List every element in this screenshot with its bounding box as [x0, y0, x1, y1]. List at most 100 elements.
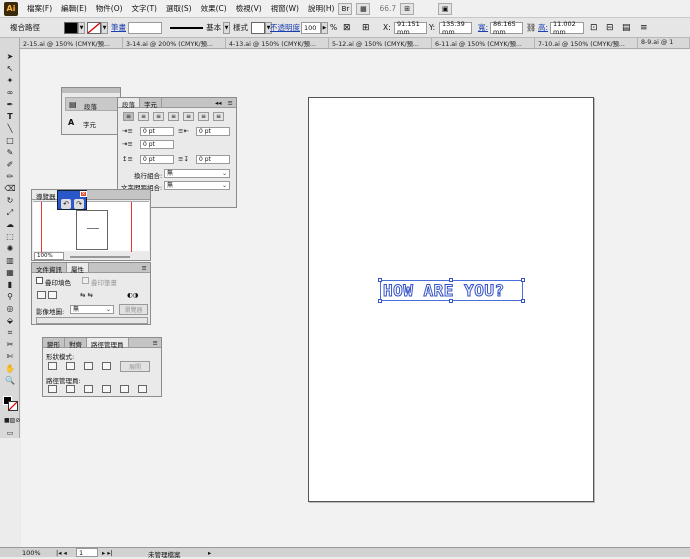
scale-tool-icon[interactable]: ⤢ [4, 208, 16, 218]
menu-type[interactable]: 文字(T) [132, 3, 157, 14]
line-break-rules-dropdown[interactable]: 無 ⌄ [164, 169, 230, 178]
browser-button[interactable]: 瀏覽器 [119, 304, 148, 315]
panel-menu-icon[interactable]: ≡ [150, 338, 161, 347]
navigator-zoom-slider[interactable] [70, 256, 130, 258]
navigator-preview[interactable] [33, 201, 149, 252]
menu-view[interactable]: 檢視(V) [236, 3, 262, 14]
column-graph-tool-icon[interactable]: ▥ [4, 256, 16, 266]
fill-swatch[interactable]: ▼ [64, 21, 85, 34]
panel-menu-icon[interactable]: ≡ [225, 98, 236, 107]
menu-help[interactable]: 說明(H) [308, 3, 335, 14]
redo-icon[interactable]: ↷ [74, 199, 84, 209]
height-label[interactable]: 高: [538, 21, 548, 34]
intersect-icon[interactable] [84, 362, 93, 370]
show-center-icon[interactable] [37, 291, 46, 299]
blend-tool-icon[interactable]: ◎ [4, 304, 16, 314]
eyedropper-tool-icon[interactable]: ⚲ [4, 292, 16, 302]
rectangle-tool-icon[interactable]: □ [4, 136, 16, 146]
transform-icon[interactable]: ⊟ [606, 21, 614, 34]
menu-file[interactable]: 檔案(F) [27, 3, 52, 14]
outline-icon[interactable] [120, 385, 129, 393]
gradient-tool-icon[interactable]: ▮ [4, 280, 16, 290]
doc-tab[interactable]: 4-13.ai @ 150% (CMYK/預... [226, 38, 329, 49]
tab-character[interactable]: 字元 [140, 98, 162, 109]
justify-last-center-icon[interactable]: ≡ [183, 112, 194, 121]
align-center-icon[interactable]: ≡ [138, 112, 149, 121]
divide-icon[interactable] [48, 385, 57, 393]
next-page-icon[interactable]: ▸ ▸| [102, 549, 113, 557]
menu-effect[interactable]: 效果(C) [201, 3, 227, 14]
width-label[interactable]: 寬: [478, 21, 488, 34]
selection-tool-icon[interactable]: ➤ [4, 52, 16, 62]
panel-menu-icon[interactable]: ≡ [640, 21, 648, 34]
constrain-proportions-icon[interactable]: ⛓ [526, 21, 536, 34]
free-transform-tool-icon[interactable]: ⬚ [4, 232, 16, 242]
crop-icon[interactable] [102, 385, 111, 393]
live-paint-tool-icon[interactable]: ⬙ [4, 316, 16, 326]
merge-icon[interactable] [84, 385, 93, 393]
line-tool-icon[interactable]: ╲ [4, 124, 16, 134]
stroke-color-icon[interactable] [8, 401, 18, 411]
mojikumi-dropdown[interactable]: 無 ⌄ [164, 181, 230, 190]
width-field[interactable]: 86.165 mm [490, 20, 523, 36]
height-field[interactable]: 11.002 mm [550, 20, 584, 36]
stroke-swatch[interactable]: ▼ [87, 21, 108, 34]
doc-tab[interactable]: 8-9.ai @ 1 [638, 38, 690, 49]
eraser-tool-icon[interactable]: ⌫ [4, 184, 16, 194]
unite-icon[interactable] [48, 362, 57, 370]
align-right-icon[interactable]: ≡ [153, 112, 164, 121]
justify-all-icon[interactable]: ≡ [213, 112, 224, 121]
navigator-zoom-field[interactable]: 100% [34, 252, 64, 260]
selected-artwork-text[interactable]: HOW ARE YOU? [378, 278, 525, 303]
status-text[interactable]: 未管理檔案 [148, 549, 181, 559]
zoom-value[interactable]: 66.7 [379, 4, 396, 13]
right-indent-field[interactable]: 0 pt [196, 127, 230, 136]
minus-front-icon[interactable] [66, 362, 75, 370]
expand-button[interactable]: 展開 [120, 361, 150, 372]
doc-tab[interactable]: 3-14.ai @ 200% (CMYK/預... [123, 38, 226, 49]
overprint-stroke-checkbox[interactable] [82, 277, 89, 284]
opacity-link[interactable]: 不透明度 [270, 21, 300, 34]
status-zoom[interactable]: 100% [22, 549, 41, 557]
hand-tool-icon[interactable]: ✋ [4, 364, 16, 374]
opacity-field[interactable]: 100 [301, 22, 321, 34]
justify-last-left-icon[interactable]: ≡ [168, 112, 179, 121]
slice-tool-icon[interactable]: ✂ [4, 340, 16, 350]
magic-wand-tool-icon[interactable]: ✦ [4, 76, 16, 86]
tab-pathfinder[interactable]: 路徑管理員 [87, 338, 129, 349]
url-field[interactable] [36, 317, 148, 324]
stroke-weight-field[interactable] [128, 22, 162, 34]
left-indent-field[interactable]: 0 pt [140, 127, 174, 136]
space-before-field[interactable]: 0 pt [140, 155, 174, 164]
menu-object[interactable]: 物件(O) [96, 3, 123, 14]
nonzero-winding-icon[interactable]: ◐◑ [127, 291, 138, 299]
panel-menu-icon[interactable]: ≡ [139, 263, 150, 272]
hide-center-icon[interactable] [48, 291, 57, 299]
overprint-fill-checkbox[interactable] [36, 277, 43, 284]
screen-mode-icon[interactable]: ▭ [4, 428, 16, 438]
panel-collapse-icon[interactable]: ◂◂ [212, 98, 225, 107]
direct-selection-tool-icon[interactable]: ↖ [4, 64, 16, 74]
pen-tool-icon[interactable]: ✒ [4, 100, 16, 110]
scissors-tool-icon[interactable]: ✄ [4, 352, 16, 362]
paragraph-panel-button[interactable]: ▤ 段落 [65, 97, 119, 111]
tab-transform[interactable]: 變形 [43, 338, 65, 349]
tab-paragraph[interactable]: 段落 [118, 98, 140, 109]
menu-window[interactable]: 視窗(W) [271, 3, 299, 14]
undo-icon[interactable]: ↶ [61, 199, 71, 209]
color-mode-icons[interactable]: ■▨⊘ [4, 416, 20, 426]
page-number-field[interactable]: 1 [76, 548, 98, 557]
close-icon[interactable]: × [80, 191, 87, 197]
mesh-tool-icon[interactable]: ▦ [4, 268, 16, 278]
warp-tool-icon[interactable]: ☁ [4, 220, 16, 230]
workspace-icon[interactable]: ▣ [438, 2, 453, 15]
x-field[interactable]: 91.151 mm [394, 20, 427, 36]
justify-last-right-icon[interactable]: ≡ [198, 112, 209, 121]
tab-document-info[interactable]: 文件資訊 [32, 263, 67, 274]
bridge-button[interactable]: Br [338, 2, 353, 15]
crop-tool-icon[interactable]: ⌗ [4, 328, 16, 338]
pencil-tool-icon[interactable]: ✐ [4, 160, 16, 170]
menu-select[interactable]: 選取(S) [166, 3, 192, 14]
first-line-indent-field[interactable]: 0 pt [140, 140, 174, 149]
exclude-icon[interactable] [102, 362, 111, 370]
